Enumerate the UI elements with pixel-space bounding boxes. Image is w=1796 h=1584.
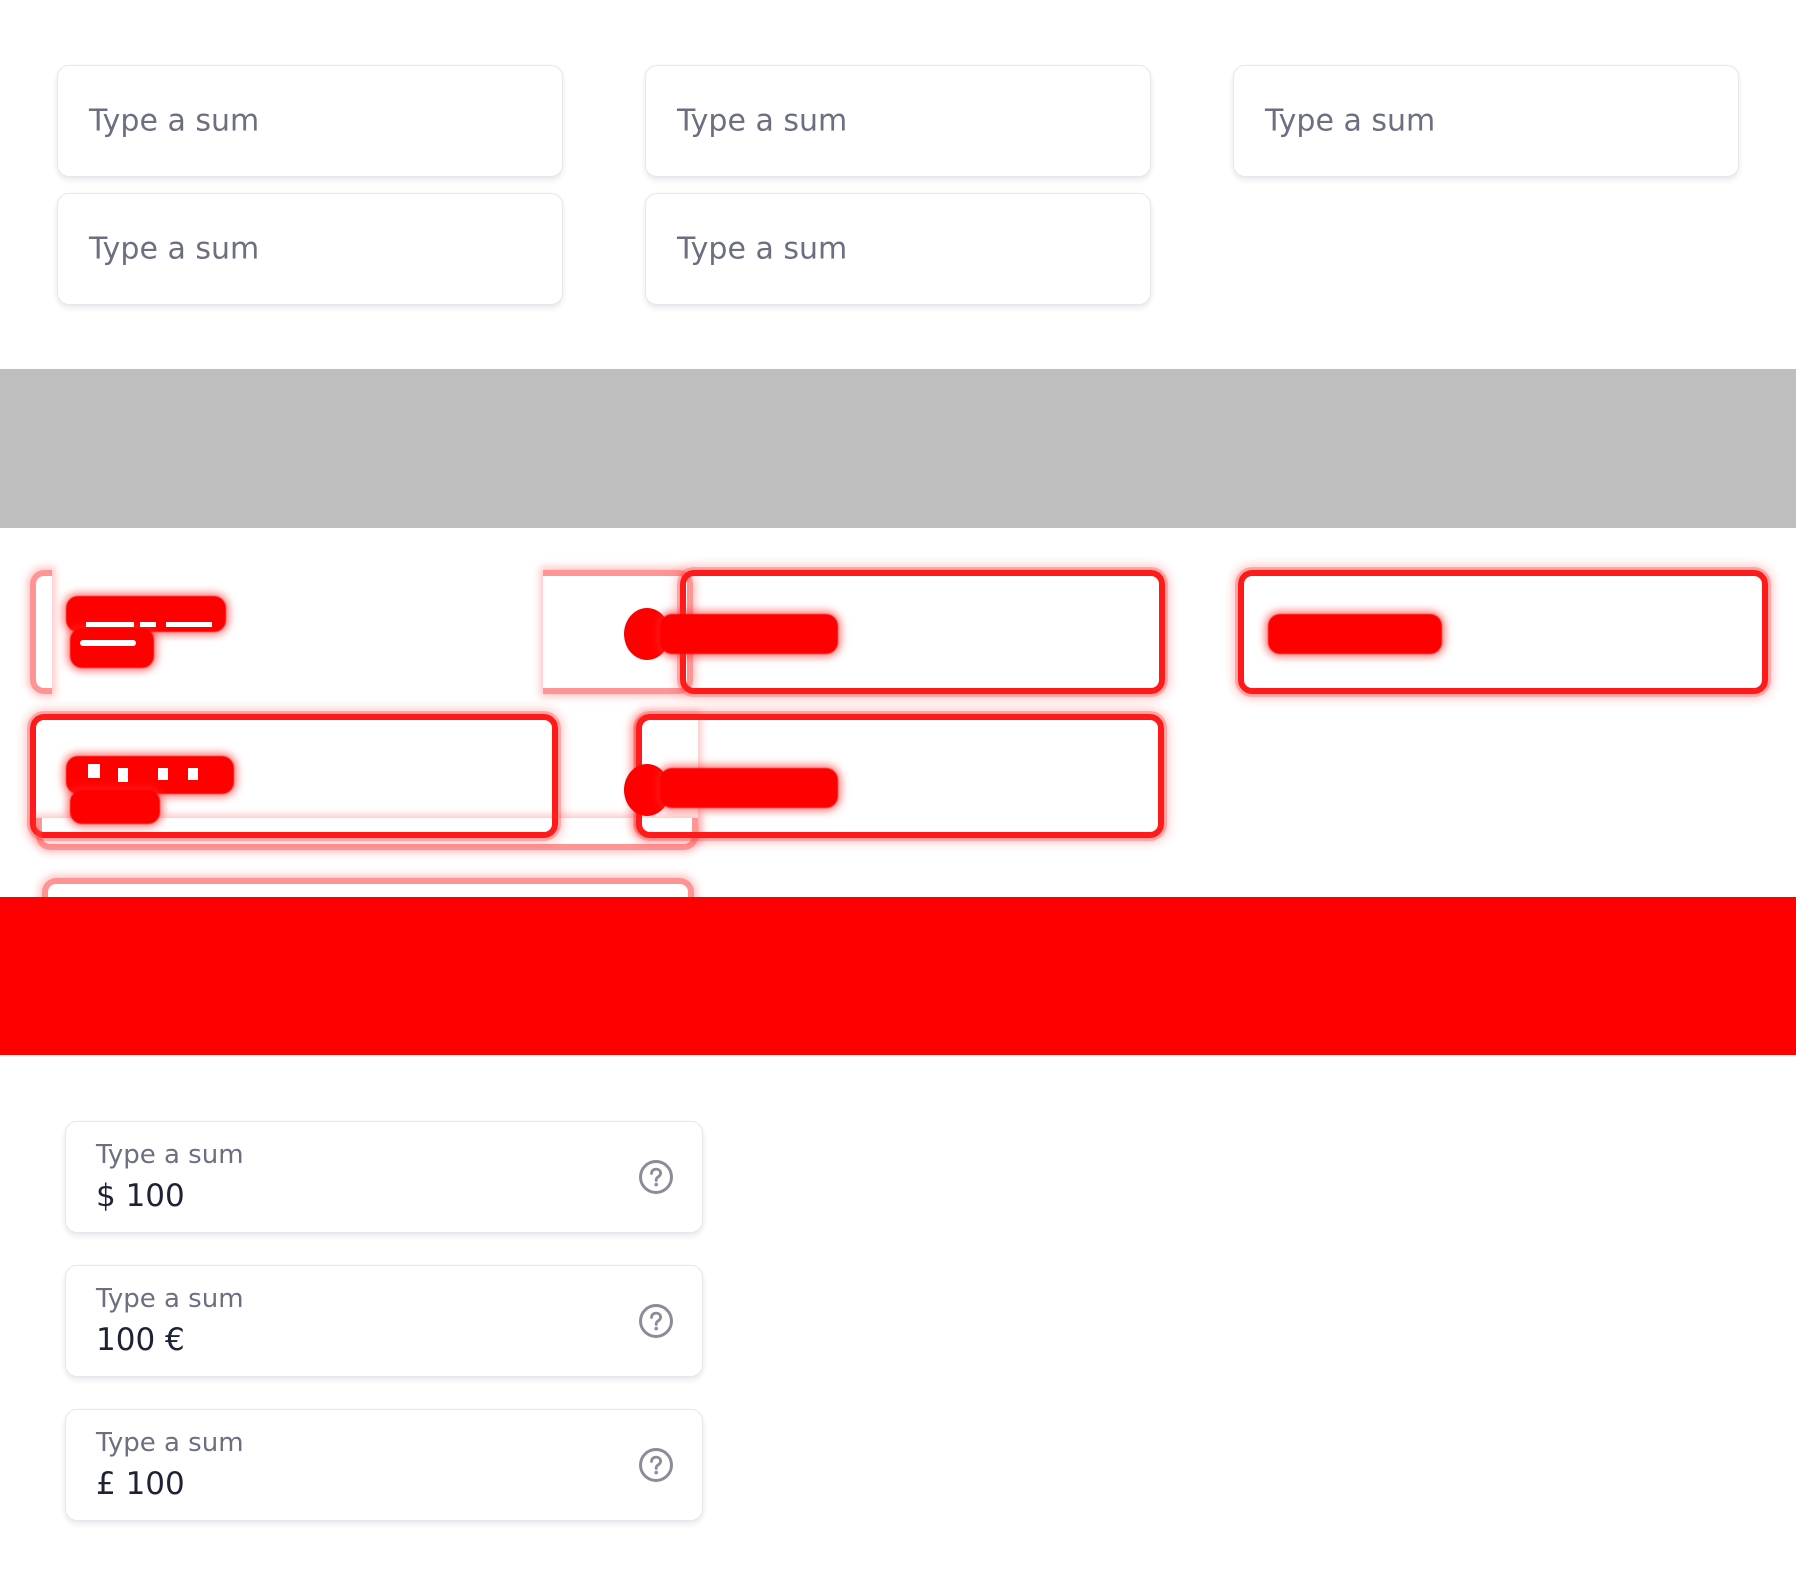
error-text-blob [70,790,160,824]
sum-input-placeholder: Type a sum [89,103,260,139]
help-circle-icon[interactable] [638,1303,674,1339]
error-speck [188,768,198,780]
error-text-blob [660,768,838,808]
sum-input-value: £ 100 [96,1466,185,1502]
error-text-blob [1268,614,1442,654]
red-error-band [0,897,1796,1055]
error-text-blob [70,628,154,668]
sum-input[interactable]: Type a sum [1233,65,1739,177]
error-speck [88,764,100,778]
sum-input[interactable]: Type a sum [645,193,1151,305]
error-speck [80,640,136,646]
sum-input-placeholder: Type a sum [677,231,848,267]
error-speck [118,768,128,782]
sum-input[interactable]: Type a sum [57,193,563,305]
sum-input-value: 100 € [96,1322,185,1358]
sum-input-value: $ 100 [96,1178,185,1214]
error-outline [42,878,694,897]
sum-input-label: Type a sum [96,1140,244,1170]
error-outline [30,570,52,694]
error-highlight-panel [0,528,1796,897]
sum-input-placeholder: Type a sum [677,103,848,139]
sum-input[interactable]: Type a sum [57,65,563,177]
sum-input-placeholder: Type a sum [1265,103,1436,139]
error-speck [166,622,212,627]
empty-inputs-panel: Type a sum Type a sum Type a sum Type a … [0,0,1796,369]
sum-input-gbp[interactable]: Type a sum £ 100 [65,1409,703,1521]
help-circle-icon[interactable] [638,1159,674,1195]
filled-inputs-panel: Type a sum $ 100 Type a sum 100 € Type a… [0,1055,1796,1584]
error-text-blob [660,614,838,654]
sum-input-usd[interactable]: Type a sum $ 100 [65,1121,703,1233]
error-speck [86,622,134,627]
canvas: Type a sum Type a sum Type a sum Type a … [0,0,1796,1584]
sum-input-placeholder: Type a sum [89,231,260,267]
sum-input-eur[interactable]: Type a sum 100 € [65,1265,703,1377]
error-speck [140,622,156,627]
error-speck [158,768,168,780]
grey-separator-band [0,369,1796,528]
help-circle-icon[interactable] [638,1447,674,1483]
sum-input[interactable]: Type a sum [645,65,1151,177]
sum-input-label: Type a sum [96,1284,244,1314]
sum-input-label: Type a sum [96,1428,244,1458]
